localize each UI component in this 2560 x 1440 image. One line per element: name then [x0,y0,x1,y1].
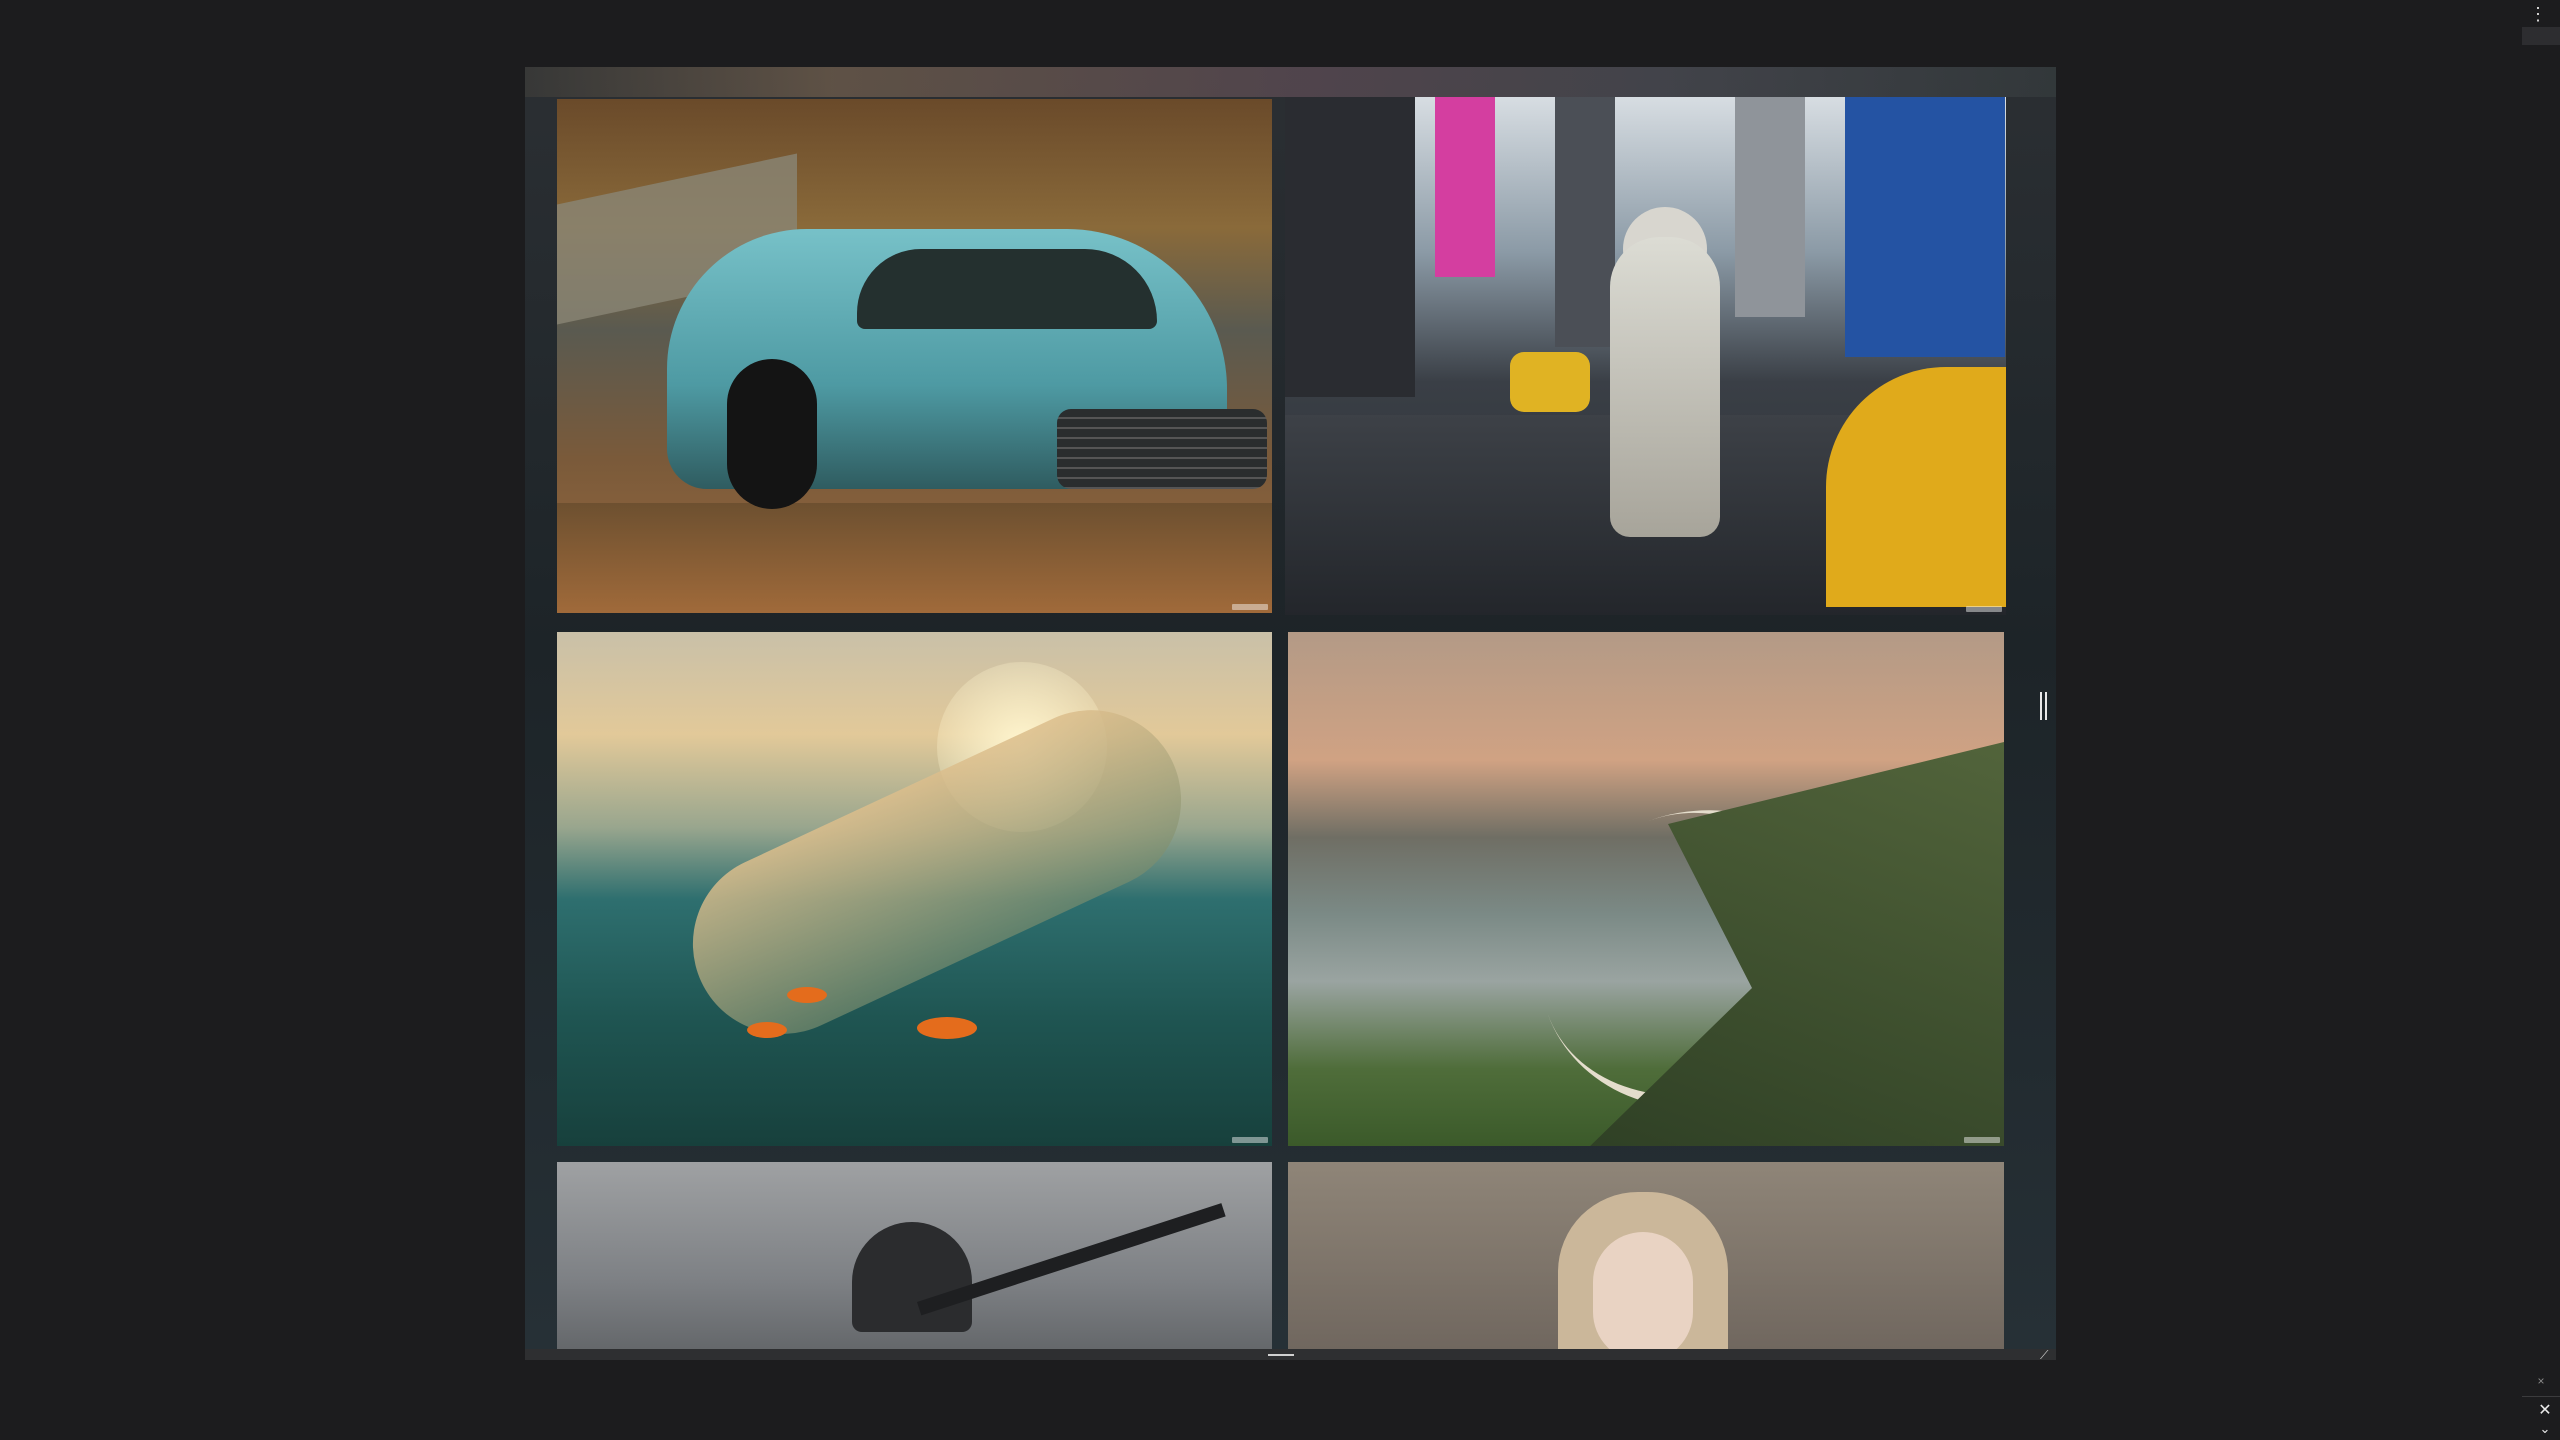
car-wheel [727,359,817,509]
leaves-ground [557,503,1272,613]
vertical-dots-icon[interactable]: ⋮ [2528,4,2548,24]
building [1285,97,1415,397]
taxi-distant [1510,352,1590,412]
watermark [1232,1137,1268,1143]
astronaut [1610,237,1720,537]
chevron-down-icon[interactable]: ⌄ [2530,1420,2560,1438]
resize-grip-icon[interactable]: ⟋ [2040,1348,2054,1362]
clownfish [917,1017,977,1039]
building [1735,97,1805,317]
panel-close-icon[interactable]: × [2522,1368,2560,1394]
car-windshield [857,249,1157,329]
watermark [1964,1137,2000,1143]
building [1555,97,1615,347]
image-tile-bottle[interactable] [557,632,1272,1146]
horizontal-scroll-handle[interactable] [1268,1354,1294,1356]
image-tile-coastline[interactable] [1288,632,2004,1146]
image-viewer[interactable] [525,67,2056,1349]
vertical-scroll-handle[interactable] [2040,692,2047,720]
watermark [1232,604,1268,610]
clownfish [747,1022,787,1038]
billboard [1845,97,2005,357]
billboard [1435,97,1495,277]
image-tile-city[interactable] [1285,97,2006,615]
close-icon[interactable]: ✕ [2530,1400,2560,1422]
image-tile-soldier[interactable] [557,1162,1272,1349]
image-tile-car[interactable] [557,99,1272,613]
clownfish [787,987,827,1003]
watermark [1966,606,2002,612]
taxi [1826,367,2006,607]
top-right-strip [2522,27,2560,45]
car-grille [1057,409,1267,489]
soldier-helmet [852,1222,972,1332]
image-tile-girl[interactable] [1288,1162,2004,1349]
divider [2522,1396,2560,1397]
face [1593,1232,1693,1349]
